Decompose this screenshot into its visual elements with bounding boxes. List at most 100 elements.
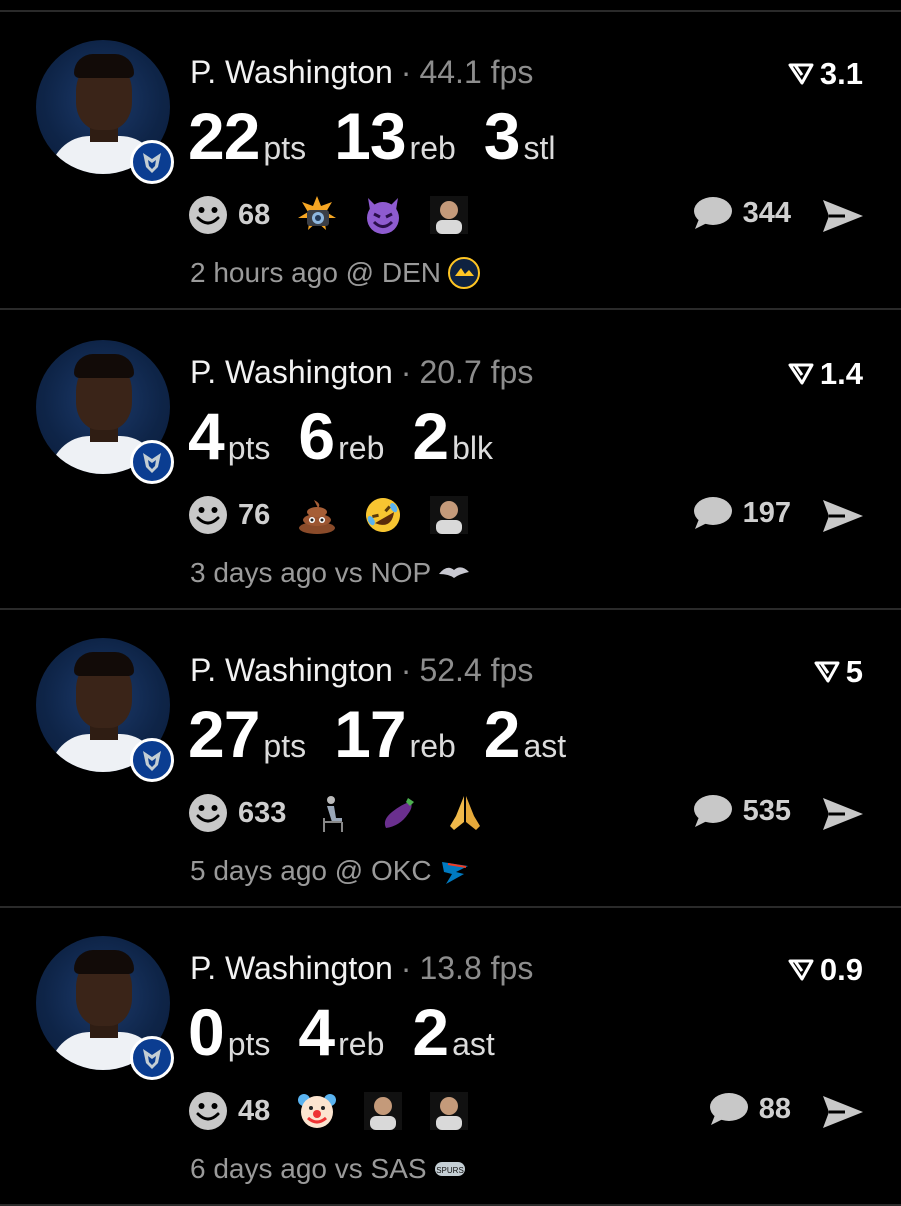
game-info: 6 days ago vs SAS SPURS	[190, 1152, 467, 1186]
comment-button[interactable]: 535	[691, 793, 791, 829]
fantasy-points: 13.8 fps	[419, 950, 534, 986]
vote-arrow-icon	[814, 661, 840, 683]
title-separator: ·	[400, 652, 412, 688]
stat-item: 0 pts	[188, 994, 270, 1070]
praying-hands-icon[interactable]	[444, 792, 486, 834]
game-info: 5 days ago @ OKC	[190, 854, 472, 888]
rofl-icon[interactable]	[362, 494, 404, 536]
game-time-opponent: 2 hours ago @ DEN	[190, 257, 441, 288]
stat-label: stl	[523, 130, 556, 166]
comment-button[interactable]: 88	[707, 1091, 791, 1127]
reactions-row: 68	[188, 192, 494, 238]
player-name[interactable]: P. Washington	[190, 950, 393, 986]
add-reaction-icon[interactable]	[188, 1091, 228, 1131]
thunder-logo-icon	[441, 862, 468, 884]
add-reaction-icon[interactable]	[188, 195, 228, 235]
mavericks-logo-icon	[130, 140, 174, 184]
stat-value: 0	[188, 995, 225, 1069]
reaction-count[interactable]: 48	[238, 1095, 270, 1128]
player-name[interactable]: P. Washington	[190, 54, 393, 90]
stat-value: 2	[483, 697, 521, 771]
stat-value: 2	[412, 399, 449, 473]
stat-value: 2	[412, 995, 449, 1069]
post-title: P. Washington · 44.1 fps	[190, 54, 533, 91]
person-photo-icon[interactable]	[428, 1090, 470, 1132]
nuggets-logo-icon	[448, 257, 480, 289]
stat-value: 27	[188, 697, 260, 771]
explosion-camera-icon[interactable]	[296, 194, 338, 236]
vote-score[interactable]: 1.4	[788, 356, 863, 392]
title-separator: ·	[400, 54, 412, 90]
person-chair-icon[interactable]	[312, 792, 354, 834]
stat-label: reb	[338, 430, 385, 466]
fantasy-points: 44.1 fps	[419, 54, 534, 90]
comment-bubble-icon	[693, 197, 732, 229]
add-reaction-icon[interactable]	[188, 793, 228, 833]
post-card[interactable]: P. Washington · 13.8 fps 0.9 0 pts 4 reb 2…	[0, 908, 901, 1206]
share-send-icon[interactable]	[821, 498, 865, 534]
mavericks-logo-icon	[130, 440, 174, 484]
vote-score-value: 5	[845, 654, 863, 689]
title-separator: ·	[400, 354, 412, 390]
game-info: 2 hours ago @ DEN	[190, 256, 481, 290]
comment-bubble-icon	[693, 795, 732, 827]
post-card[interactable]: P. Washington · 44.1 fps 3.1 22 pts 13 reb…	[0, 12, 901, 310]
comment-button[interactable]: 197	[691, 495, 791, 531]
share-send-icon[interactable]	[821, 796, 865, 832]
vote-score[interactable]: 0.9	[788, 952, 863, 988]
vote-arrow-icon	[788, 959, 814, 981]
stat-value: 4	[188, 399, 225, 473]
reaction-count[interactable]: 76	[238, 499, 270, 532]
stat-value: 13	[334, 99, 406, 173]
player-name[interactable]: P. Washington	[190, 354, 393, 390]
comment-count: 197	[742, 496, 791, 529]
vote-arrow-icon	[788, 363, 814, 385]
stat-label: blk	[452, 430, 493, 466]
stat-label: ast	[452, 1026, 495, 1062]
vote-score-value: 1.4	[819, 356, 863, 391]
share-send-icon[interactable]	[821, 198, 865, 234]
stat-line: 27 pts 17 reb 2 ast	[188, 696, 594, 772]
stat-value: 22	[188, 99, 260, 173]
player-name[interactable]: P. Washington	[190, 652, 393, 688]
post-card[interactable]: P. Washington · 20.7 fps 1.4 4 pts 6 reb 2…	[0, 312, 901, 610]
game-time-opponent: 3 days ago vs NOP	[190, 557, 432, 588]
reactions-row: 76	[188, 492, 494, 538]
comment-button[interactable]: 344	[691, 195, 791, 231]
person-photo-icon[interactable]	[362, 1090, 404, 1132]
mavericks-logo-icon	[130, 1036, 174, 1080]
game-info: 3 days ago vs NOP	[190, 556, 471, 590]
vote-score[interactable]: 5	[814, 654, 863, 690]
feed: P. Washington · 44.1 fps 3.1 22 pts 13 reb…	[0, 0, 901, 1206]
clown-icon[interactable]	[296, 1090, 338, 1132]
vote-score-value: 0.9	[819, 952, 863, 987]
post-card[interactable]: P. Washington · 52.4 fps 5 27 pts 17 reb 2…	[0, 610, 901, 908]
stat-item: 2 ast	[484, 696, 566, 772]
reaction-count[interactable]: 68	[238, 199, 270, 232]
reaction-count[interactable]: 633	[238, 797, 286, 830]
comment-count: 344	[742, 196, 791, 229]
poop-icon[interactable]	[296, 494, 338, 536]
stat-label: pts	[227, 1026, 271, 1062]
stat-label: ast	[523, 728, 567, 764]
stat-item: 17 reb	[334, 696, 456, 772]
stat-label: pts	[227, 430, 271, 466]
add-reaction-icon[interactable]	[188, 495, 228, 535]
share-send-icon[interactable]	[821, 1094, 865, 1130]
vote-arrow-icon	[788, 63, 814, 85]
comment-count: 535	[742, 794, 791, 827]
stat-item: 3 stl	[484, 98, 556, 174]
pelicans-logo-icon	[439, 567, 470, 578]
eggplant-icon[interactable]	[378, 792, 420, 834]
stat-label: pts	[263, 728, 307, 764]
smiling-devil-icon[interactable]	[362, 194, 404, 236]
stat-item: 6 reb	[298, 398, 384, 474]
post-title: P. Washington · 20.7 fps	[190, 354, 533, 391]
vote-score[interactable]: 3.1	[788, 56, 863, 92]
stat-item: 4 reb	[298, 994, 384, 1070]
person-photo-icon[interactable]	[428, 194, 470, 236]
stat-item: 2 blk	[412, 398, 493, 474]
game-time-opponent: 6 days ago vs SAS	[190, 1153, 427, 1184]
person-photo-icon[interactable]	[428, 494, 470, 536]
stat-item: 27 pts	[188, 696, 306, 772]
